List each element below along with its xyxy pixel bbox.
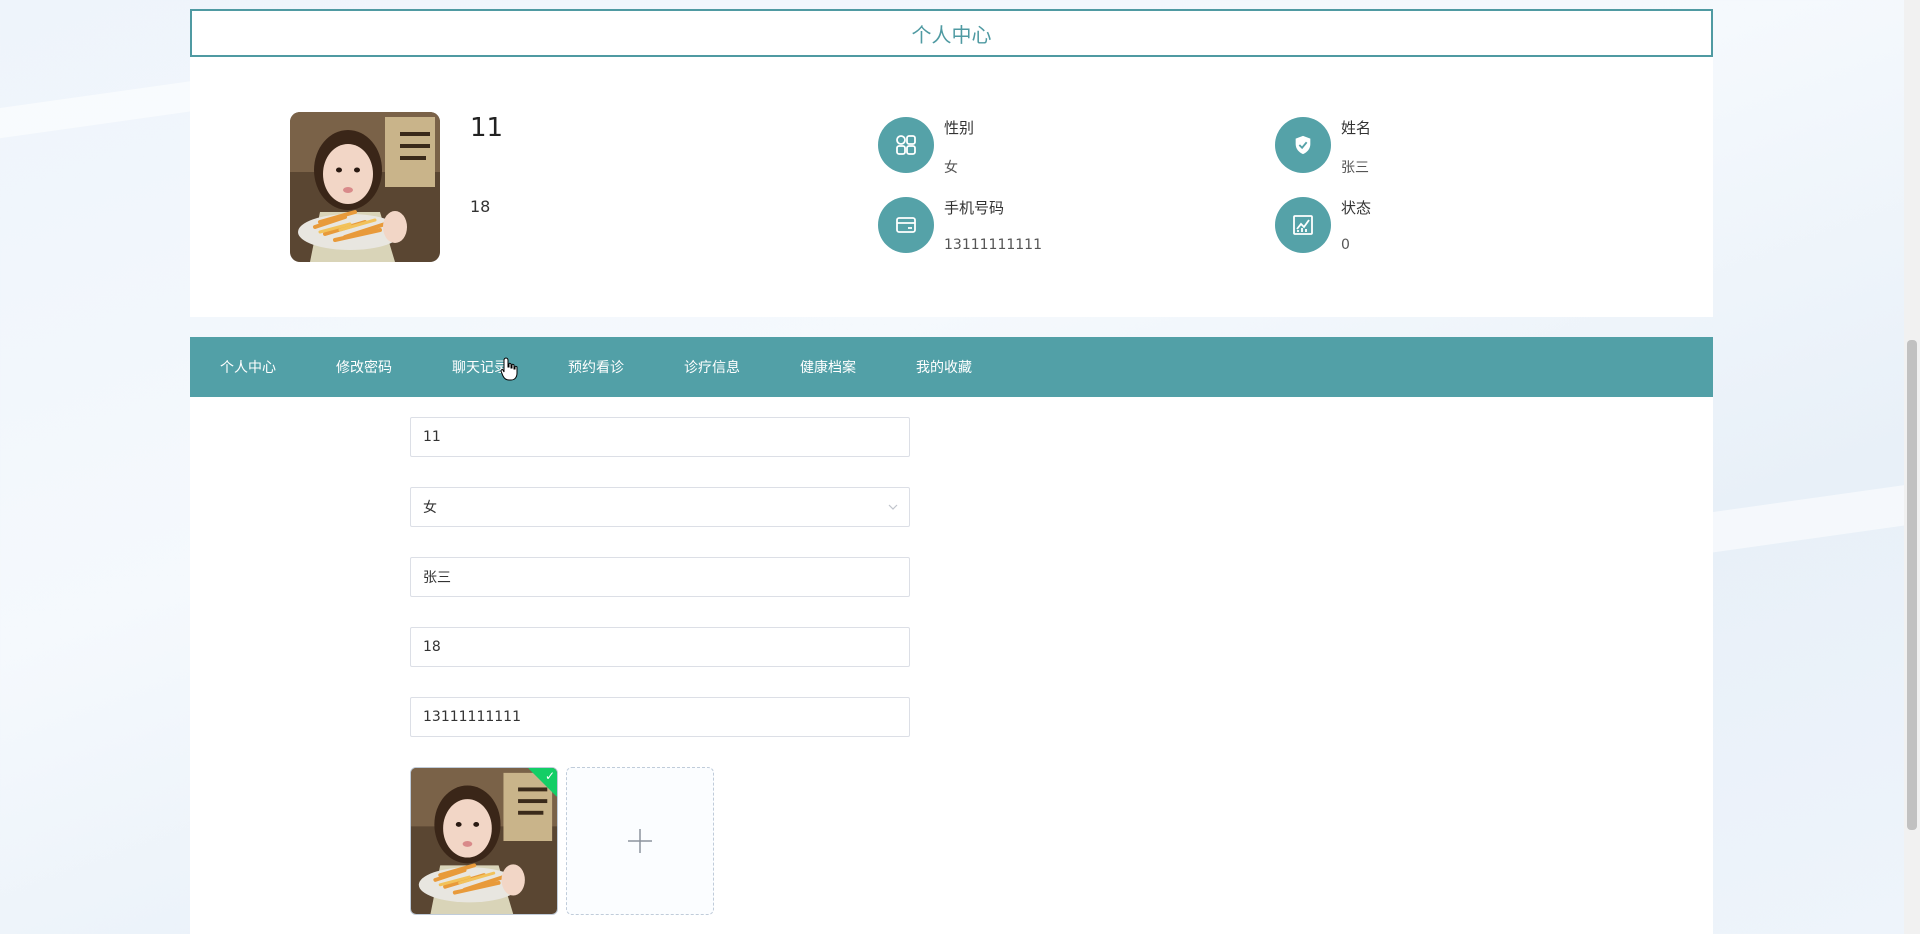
- info-phone: 手机号码 13111111111: [878, 197, 1178, 257]
- main-container: 个人中心 11 18 性别 女 姓名 张三 手机号码 13111111111 状…: [190, 0, 1713, 934]
- account-input[interactable]: 11: [410, 417, 910, 457]
- page-title: 个人中心: [190, 9, 1713, 57]
- profile-form: *账号 11 性别 女 *姓名 张三 年龄 18 手机号码 1311111111…: [190, 397, 1713, 934]
- upload-button[interactable]: [566, 767, 714, 915]
- name-input[interactable]: 张三: [410, 557, 910, 597]
- form-row-phone: 手机号码 13111111111: [190, 697, 1190, 737]
- plus-icon: [628, 829, 652, 853]
- avatar-photo: [411, 768, 557, 914]
- grid-apps-icon: [878, 117, 934, 173]
- info-label: 手机号码: [944, 199, 1005, 217]
- nav-item-change-password[interactable]: 修改密码: [336, 357, 392, 377]
- scrollbar-thumb[interactable]: [1907, 340, 1917, 830]
- page-scrollbar[interactable]: [1904, 0, 1920, 934]
- form-row-account: *账号 11: [190, 417, 1190, 457]
- form-row-age: 年龄 18: [190, 627, 1190, 667]
- info-status: 状态 0: [1275, 197, 1575, 257]
- profile-card: 11 18 性别 女 姓名 张三 手机号码 13111111111 状态 0: [190, 57, 1713, 317]
- info-value: 女: [944, 160, 958, 176]
- nav-item-personal-center[interactable]: 个人中心: [220, 357, 276, 377]
- shield-check-icon: [1275, 117, 1331, 173]
- nav-item-diagnosis[interactable]: 诊疗信息: [684, 357, 740, 377]
- uploaded-avatar[interactable]: ✓: [410, 767, 558, 915]
- chevron-down-icon: [888, 504, 898, 510]
- info-value: 0: [1341, 237, 1350, 253]
- form-row-gender: 性别 女: [190, 487, 1190, 527]
- avatar-photo: [290, 112, 440, 262]
- info-name: 姓名 张三: [1275, 117, 1575, 177]
- gender-selected-value: 女: [423, 500, 437, 516]
- nav-item-health-records[interactable]: 健康档案: [800, 357, 856, 377]
- info-gender: 性别 女: [878, 117, 1178, 177]
- info-label: 状态: [1341, 199, 1372, 217]
- info-value: 13111111111: [944, 237, 1042, 253]
- hand-cursor-icon: [500, 357, 518, 381]
- info-value: 张三: [1341, 160, 1369, 176]
- profile-avatar: [290, 112, 440, 262]
- info-label: 性别: [944, 119, 975, 137]
- nav-item-favorites[interactable]: 我的收藏: [916, 357, 972, 377]
- age-input[interactable]: 18: [410, 627, 910, 667]
- gender-select[interactable]: 女: [410, 487, 910, 527]
- wallet-card-icon: [878, 197, 934, 253]
- info-label: 姓名: [1341, 119, 1372, 137]
- chart-trend-icon: [1275, 197, 1331, 253]
- form-row-name: *姓名 张三: [190, 557, 1190, 597]
- nav-item-appointment[interactable]: 预约看诊: [568, 357, 624, 377]
- phone-input[interactable]: 13111111111: [410, 697, 910, 737]
- profile-account: 11: [470, 113, 504, 143]
- check-icon: ✓: [544, 769, 555, 783]
- profile-nav: 个人中心 修改密码 聊天记录 预约看诊 诊疗信息 健康档案 我的收藏: [190, 337, 1713, 397]
- profile-age: 18: [470, 197, 491, 216]
